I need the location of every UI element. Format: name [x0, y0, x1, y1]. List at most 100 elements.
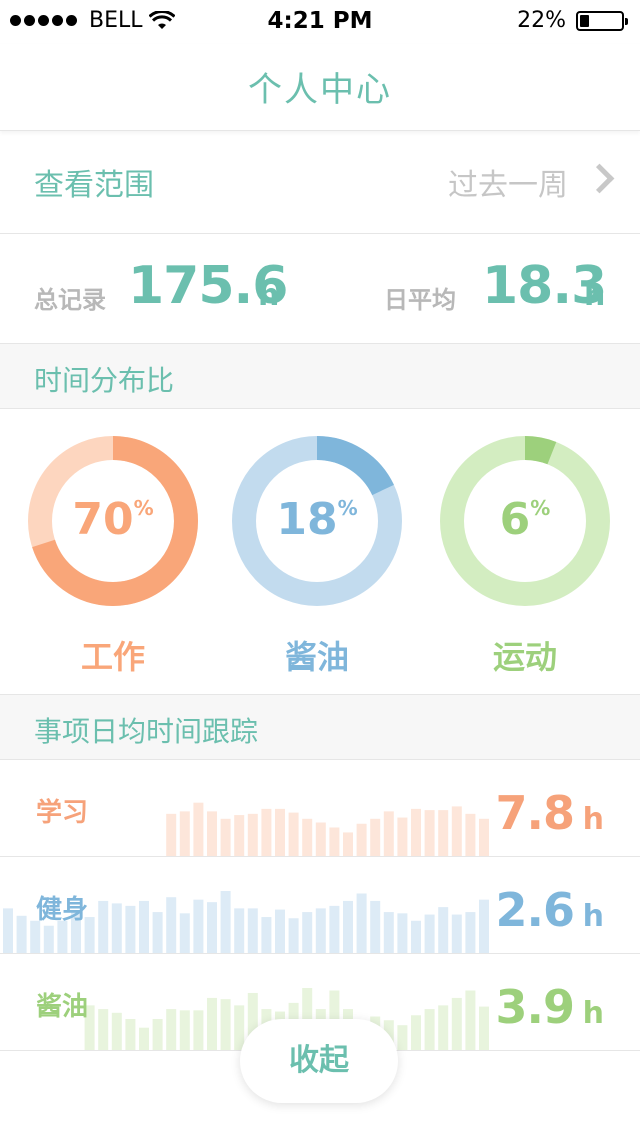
- tracking-section-title: 事项日均时间跟踪: [34, 715, 259, 748]
- total-unit: h: [258, 278, 280, 313]
- battery-icon: [576, 10, 628, 31]
- sparkline-bar: [411, 1015, 421, 1050]
- sparkline-bar: [370, 818, 381, 856]
- sparkline-bar: [343, 832, 353, 856]
- distribution-donuts: 70% 工作 18% 酱油 6% 运动: [0, 410, 640, 695]
- sparkline-bar: [166, 897, 177, 953]
- tracking-section-header: 事项日均时间跟踪: [0, 695, 640, 760]
- navigation-bar: 个人中心: [0, 44, 640, 131]
- sparkline-bar: [397, 817, 408, 856]
- tracking-item-value: 3.9: [495, 980, 575, 1034]
- sparkline-bar: [479, 818, 489, 856]
- sparkline-bar: [166, 813, 177, 856]
- view-range-label: 查看范围: [34, 168, 154, 203]
- status-bar: BELL 4:21 PM 22%: [0, 0, 640, 44]
- sparkline-bar: [152, 912, 163, 953]
- tracking-item-value: 2.6: [495, 883, 575, 937]
- page-title: 个人中心: [248, 70, 392, 110]
- donut-percent: 70%: [72, 494, 154, 545]
- sparkline-bar: [315, 908, 326, 953]
- donut-label: 运动: [492, 638, 557, 676]
- donut-exercise[interactable]: 6% 运动: [440, 410, 610, 694]
- view-range-value: 过去一周: [448, 168, 568, 203]
- tracking-row-fitness[interactable]: 健身 2.6 h: [0, 857, 640, 954]
- sparkline-bar: [370, 900, 381, 953]
- battery-percent: 22%: [517, 8, 566, 33]
- donut-work[interactable]: 70% 工作: [28, 410, 198, 694]
- sparkline-bar: [288, 812, 299, 856]
- tracking-row-study[interactable]: 学习 7.8 h: [0, 760, 640, 857]
- sparkline-bar: [383, 912, 394, 953]
- view-range-row[interactable]: 查看范围 过去一周: [0, 130, 640, 234]
- sparkline-bar: [247, 813, 258, 856]
- sparkline-bar: [43, 925, 54, 953]
- sparkline-bar: [438, 1005, 449, 1050]
- tracking-item-name: 酱油: [36, 992, 89, 1022]
- sparkline-bar: [193, 802, 204, 856]
- chevron-right-icon: [584, 163, 615, 194]
- sparkline-bar: [207, 811, 217, 856]
- tracking-item-value: 7.8: [495, 786, 575, 840]
- sparkline-bar: [98, 900, 109, 953]
- sparkline-bar: [261, 917, 272, 953]
- sparkline-bar: [424, 1009, 435, 1050]
- sparkline-bar: [111, 1012, 122, 1050]
- tracking-item-name: 健身: [36, 895, 89, 925]
- sparkline-bar: [261, 808, 272, 856]
- sparkline-bar: [179, 1010, 190, 1050]
- sparkline-bar: [288, 918, 299, 953]
- totals-row: 总记录 175.6 h 日平均 18.3 h: [0, 234, 640, 344]
- sparkline-bar: [479, 899, 489, 953]
- sparkline-bar: [207, 902, 217, 953]
- sparkline-bar: [356, 823, 367, 856]
- sparkline-bar: [424, 810, 435, 856]
- sparkline-bar: [451, 806, 462, 856]
- sparkline-bar: [193, 1010, 204, 1050]
- sparkline-bar: [152, 1019, 163, 1050]
- sparkline-bar: [247, 908, 258, 953]
- sparkline-bar: [139, 900, 149, 953]
- sparkline-bar: [383, 811, 394, 856]
- sparkline-bar: [125, 905, 136, 953]
- sparkline-bar: [98, 1009, 109, 1050]
- donut-soy-sauce[interactable]: 18% 酱油: [232, 410, 402, 694]
- sparkline-bar: [411, 920, 421, 953]
- sparkline-bar: [302, 818, 313, 856]
- total-label: 总记录: [34, 286, 106, 314]
- sparkline-bar: [234, 815, 245, 856]
- sparkline-bar: [302, 912, 313, 953]
- sparkline-bar: [397, 1025, 408, 1050]
- daily-average-label: 日平均: [384, 286, 456, 314]
- sparkline-bar: [193, 899, 204, 953]
- sparkline-bar: [438, 907, 449, 953]
- sparkline-bar: [139, 1027, 149, 1050]
- sparkline-bar: [16, 915, 27, 953]
- tracking-item-unit: h: [582, 996, 604, 1031]
- sparkline-bar: [479, 1006, 489, 1050]
- sparkline-bar: [465, 912, 476, 953]
- sparkline-bar: [111, 903, 122, 953]
- donut-percent: 6%: [499, 494, 551, 545]
- collapse-button[interactable]: 收起: [240, 1019, 398, 1103]
- sparkline-bar: [275, 808, 285, 856]
- sparkline-bar: [315, 822, 326, 856]
- sparkline-bar: [356, 893, 367, 953]
- donut-label: 酱油: [284, 638, 349, 676]
- sparkline-bar: [275, 909, 285, 953]
- sparkline-bar: [397, 913, 408, 953]
- sparkline-bar: [343, 900, 353, 953]
- tracking-item-unit: h: [582, 802, 604, 837]
- sparkline-bar: [465, 813, 476, 856]
- sparkline-bar: [451, 997, 462, 1050]
- status-right: 22%: [517, 8, 628, 33]
- sparkline-bar: [179, 913, 190, 953]
- daily-average-unit: h: [584, 278, 606, 313]
- sparkline-bar: [465, 990, 476, 1050]
- distribution-section-title: 时间分布比: [34, 364, 175, 397]
- sparkline-bar: [329, 827, 340, 856]
- donut-percent: 18%: [276, 494, 358, 545]
- tracking-item-unit: h: [582, 899, 604, 934]
- sparkline-bar: [3, 908, 13, 953]
- sparkline-bar: [220, 818, 231, 856]
- sparkline-bar: [220, 891, 231, 953]
